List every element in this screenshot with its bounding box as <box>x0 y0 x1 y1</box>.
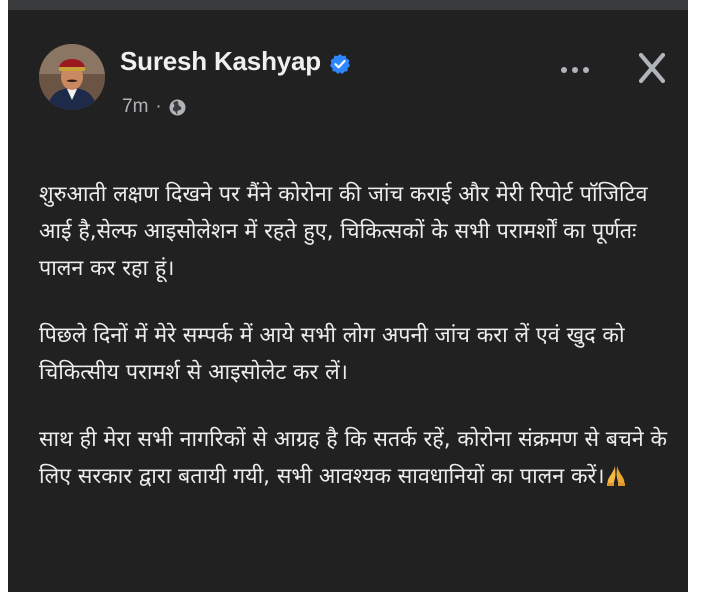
post-paragraph-3-text: साथ ही मेरा सभी नागरिकों से आग्रह है कि … <box>39 427 674 489</box>
author-avatar[interactable] <box>39 44 105 110</box>
more-dots-icon <box>561 67 589 73</box>
post-paragraph-3: साथ ही मेरा सभी नागरिकों से आग्रह है कि … <box>39 421 679 495</box>
close-icon <box>638 52 666 84</box>
post-paragraph-2: पिछले दिनों में मेरे सम्पर्क में आये सभी… <box>39 323 632 385</box>
post-header: Suresh Kashyap 7m · <box>8 10 688 140</box>
close-button[interactable] <box>638 52 666 84</box>
post-paragraph-1: शुरुआती लक्षण दिखने पर मैंने कोरोना की ज… <box>39 182 655 281</box>
globe-icon[interactable] <box>169 99 186 116</box>
post-card: Suresh Kashyap 7m · शुरुआती लक्षण दिखने … <box>8 0 688 592</box>
meta-separator: · <box>155 96 162 117</box>
author-name-row: Suresh Kashyap <box>120 46 351 77</box>
post-meta: 7m · <box>122 96 186 118</box>
post-time[interactable]: 7m <box>122 96 148 118</box>
author-name[interactable]: Suresh Kashyap <box>120 46 321 77</box>
folded-hands-icon <box>606 461 626 486</box>
verified-badge-icon <box>329 51 351 74</box>
avatar-portrait-icon <box>39 44 105 110</box>
post-text: शुरुआती लक्षण दिखने पर मैंने कोरोना की ज… <box>39 176 679 525</box>
more-options-button[interactable] <box>558 62 592 78</box>
